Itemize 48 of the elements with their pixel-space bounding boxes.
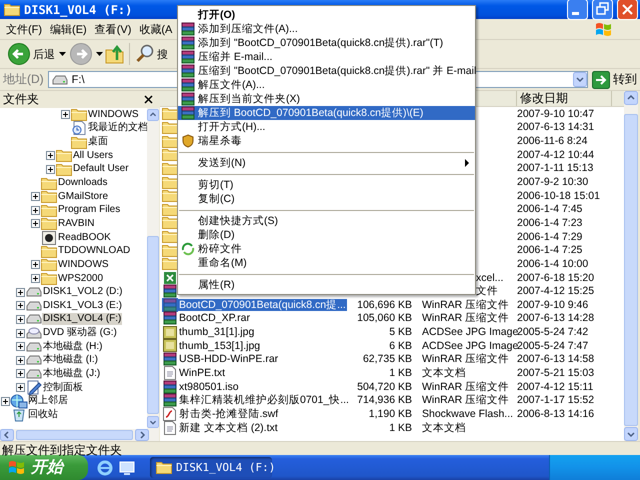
file-size: 5 KB <box>389 326 412 338</box>
modified-date: 2007-9-10 9:46 <box>517 298 588 311</box>
file-type: WinRAR 压缩文件 <box>422 312 510 324</box>
file-size: 106,696 KB <box>357 298 412 311</box>
modified-date: 2007-4-12 15:11 <box>517 380 594 393</box>
file-type: 文本文档 <box>422 367 466 379</box>
modified-date: 2006-1-4 7:45 <box>517 203 582 216</box>
file-size: 105,060 KB <box>357 312 412 324</box>
file-size: 1 KB <box>389 422 412 434</box>
file-size: 1 KB <box>389 366 412 379</box>
file-size: 62,735 KB <box>362 353 412 366</box>
modified-date: 2007-6-13 14:31 <box>517 121 594 134</box>
pane-title: 文件夹 <box>3 91 39 108</box>
file-type: WinRAR 压缩文件 <box>422 298 510 311</box>
file-type: Shockwave Flash... <box>422 408 514 420</box>
modified-date: 2007-4-12 10:44 <box>517 148 594 161</box>
modified-date: 2007-1-17 15:52 <box>517 394 594 406</box>
modified-date: 2007-9-10 10:47 <box>517 108 594 120</box>
modified-date: 2006-11-6 8:24 <box>517 135 588 148</box>
file-type: ACDSee JPG Image <box>422 340 518 352</box>
modified-date: 2005-5-24 7:47 <box>517 340 588 352</box>
file-type: WinRAR 压缩文件 <box>422 394 510 406</box>
modified-date: 2006-8-13 14:16 <box>517 408 594 420</box>
file-type: WinRAR 压缩文件 <box>422 353 510 366</box>
modified-date: 2007-6-13 14:58 <box>517 353 594 366</box>
modified-date: 2006-1-4 7:25 <box>517 244 582 256</box>
modified-date: 2007-6-18 15:20 <box>517 272 594 284</box>
modified-date: 2006-1-4 10:00 <box>517 258 588 270</box>
file-type: xcel... <box>476 272 504 284</box>
file-type: ACDSee JPG Image <box>422 326 518 338</box>
address-label: 地址(D) <box>3 71 44 88</box>
file-size: 714,936 KB <box>357 394 412 406</box>
file-size: 1,190 KB <box>368 408 412 420</box>
file-type: WinRAR 压缩文件 <box>422 380 510 393</box>
modified-date: 2007-9-2 10:30 <box>517 176 588 188</box>
modified-date: 2006-1-4 7:23 <box>517 216 582 229</box>
file-type: 文件 <box>476 285 498 298</box>
modified-date: 2007-6-13 14:28 <box>517 312 594 324</box>
modified-date: 2005-5-24 7:42 <box>517 326 588 338</box>
file-type: 文本文档 <box>422 422 466 434</box>
file-size: 504,720 KB <box>357 380 412 393</box>
modified-date: 2007-1-11 15:13 <box>517 162 594 174</box>
file-size: 6 KB <box>389 340 412 352</box>
modified-date: 2007-4-12 15:25 <box>517 285 594 298</box>
modified-date: 2007-5-21 15:03 <box>517 366 594 379</box>
modified-date: 2006-10-18 15:01 <box>517 190 600 202</box>
modified-date: 2006-1-4 7:29 <box>517 230 582 243</box>
window-title: DISK1_VOL4 (F:) <box>24 2 132 16</box>
